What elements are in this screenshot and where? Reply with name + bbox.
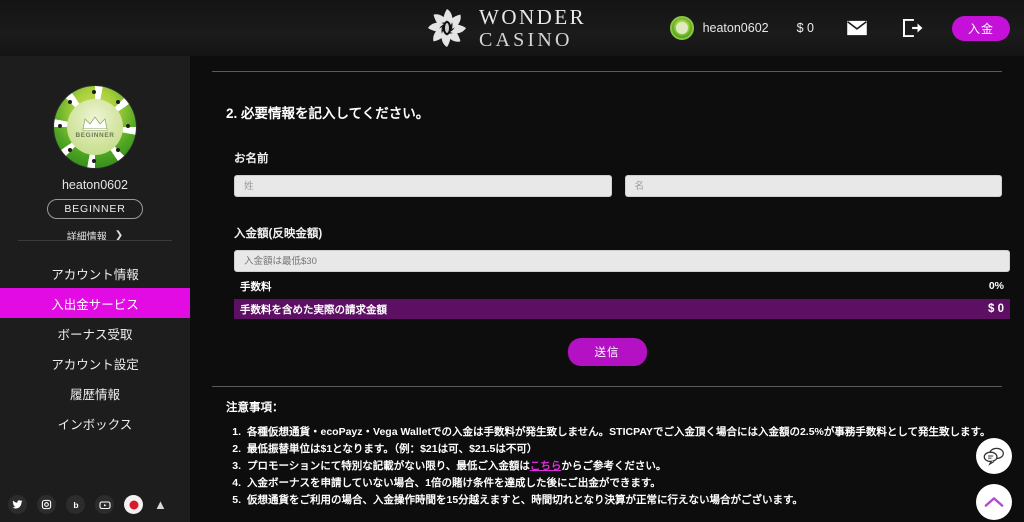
sidebar-divider <box>18 240 172 241</box>
logo-line-1: WONDER <box>479 4 587 29</box>
page-root: BEGINNER heaton0602 BEGINNER 詳細情報 ❯ アカウン… <box>0 0 1024 522</box>
name-field-label: お名前 <box>234 153 269 165</box>
sidebar-item-deposit-withdraw[interactable]: 入出金サービス <box>0 288 190 318</box>
main-content: 2. 必要情報を記入してください。 お名前 入金額(反映金額) 手数料 0% 手… <box>190 56 1024 522</box>
youtube-icon[interactable] <box>95 495 114 514</box>
note-number: 1. <box>232 426 241 438</box>
list-item: 1. 各種仮想通貨・ecoPayz・Vega Walletでの入金は手数料が発生… <box>226 424 1002 441</box>
note-number: 3. <box>232 460 241 472</box>
fee-row: 手数料 0% <box>234 277 1010 295</box>
fee-label: 手数料 <box>240 280 272 293</box>
twitter-icon[interactable] <box>8 495 27 514</box>
logout-arrow-icon[interactable] <box>900 15 926 41</box>
header-username[interactable]: heaton0602 <box>703 21 769 35</box>
name-inputs-row <box>234 175 1002 197</box>
notes-list: 1. 各種仮想通貨・ecoPayz・Vega Walletでの入金は手数料が発生… <box>226 424 1002 509</box>
list-item: 5. 仮想通貨をご利用の場合、入金操作時間を15分越えますと、時間切れとなり決算… <box>226 492 1002 509</box>
crown-icon <box>82 115 108 131</box>
note-text: 最低振替単位は$1となります。（例：$21は可、$21.5は不可） <box>247 443 538 455</box>
deposit-button[interactable]: 入金 <box>952 15 1010 41</box>
chevron-up-icon[interactable]: ▲ <box>154 497 167 512</box>
note-text: 各種仮想通貨・ecoPayz・Vega Walletでの入金は手数料が発生致しま… <box>247 426 991 438</box>
minimum-deposit-link[interactable]: こちら <box>530 460 562 472</box>
deposit-amount-input[interactable] <box>234 250 1010 272</box>
avatar-rank-text: BEGINNER <box>75 131 115 139</box>
instagram-icon[interactable] <box>37 495 56 514</box>
step-title: 2. 必要情報を記入してください。 <box>226 106 430 121</box>
chat-bubbles-icon[interactable] <box>976 438 1012 474</box>
envelope-icon[interactable] <box>844 15 870 41</box>
sidebar-nav: アカウント情報 入出金サービス ボーナス受取 アカウント設定 履歴情報 インボッ… <box>0 258 190 438</box>
total-value: $ 0 <box>988 303 1004 315</box>
note-text: 入金ボーナスを申請していない場合、1倍の賭け条件を達成した後にご出金ができます。 <box>247 477 661 489</box>
submit-button[interactable]: 送信 <box>567 338 647 366</box>
sidebar-profile: BEGINNER heaton0602 BEGINNER 詳細情報 ❯ <box>0 86 190 243</box>
brand-logo[interactable]: WONDER CASINO <box>425 6 586 50</box>
note-text-after: からご参考ください。 <box>561 460 667 472</box>
header-balance: $ 0 <box>796 21 814 35</box>
sidebar-item-history[interactable]: 履歴情報 <box>0 378 190 408</box>
sidebar-username: heaton0602 <box>61 178 129 192</box>
note-number: 2. <box>232 443 241 455</box>
header-avatar[interactable] <box>669 16 694 40</box>
svg-text:b: b <box>73 500 78 510</box>
last-name-input[interactable] <box>234 175 612 197</box>
japan-flag-icon[interactable] <box>124 495 143 514</box>
submit-area: 送信 <box>212 338 1002 366</box>
fee-value: 0% <box>988 280 1004 292</box>
content-mid-divider <box>212 386 1002 387</box>
poker-chip-avatar-icon: BEGINNER <box>54 86 136 168</box>
top-header: WONDER CASINO heaton0602 $ 0 入金 <box>0 0 1024 56</box>
sidebar-item-account-info[interactable]: アカウント情報 <box>0 258 190 288</box>
social-links: b ▲ <box>8 495 167 514</box>
list-item: 2. 最低振替単位は$1となります。（例：$21は可、$21.5は不可） <box>226 441 1002 458</box>
note-text: 仮想通貨をご利用の場合、入金操作時間を15分越えますと、時間切れとなり決算が正常… <box>247 494 803 506</box>
chevron-up-icon <box>984 497 1004 507</box>
total-amount-row: 手数料を含めた実際の請求金額 $ 0 <box>234 299 1010 319</box>
list-item: 4. 入金ボーナスを申請していない場合、1倍の賭け条件を達成した後にご出金ができ… <box>226 475 1002 492</box>
notes-title: 注意事項： <box>226 402 284 414</box>
sidebar: BEGINNER heaton0602 BEGINNER 詳細情報 ❯ アカウン… <box>0 0 190 522</box>
header-user-area: heaton0602 $ 0 入金 <box>669 0 1012 56</box>
rank-badge[interactable]: BEGINNER <box>47 199 143 219</box>
note-text-before: プロモーションにて特別な記載がない限り、最低ご入金額は <box>247 460 530 472</box>
note-number: 4. <box>232 477 241 489</box>
note-number: 5. <box>232 494 241 506</box>
spiral-emblem-icon <box>428 9 466 47</box>
logo-line-2: CASINO <box>479 28 573 51</box>
list-item: 3. プロモーションにて特別な記載がない限り、最低ご入金額はこちらからご参考くだ… <box>226 458 1002 475</box>
note-text: プロモーションにて特別な記載がない限り、最低ご入金額はこちらからご参考ください。 <box>247 458 666 475</box>
first-name-input[interactable] <box>624 175 1002 197</box>
total-label: 手数料を含めた実際の請求金額 <box>240 303 387 316</box>
amount-field-label: 入金額(反映金額) <box>234 228 323 240</box>
blog-icon[interactable]: b <box>66 495 85 514</box>
content-top-divider <box>212 71 1002 72</box>
sidebar-item-account-settings[interactable]: アカウント設定 <box>0 348 190 378</box>
sidebar-item-bonus[interactable]: ボーナス受取 <box>0 318 190 348</box>
sidebar-item-inbox[interactable]: インボックス <box>0 408 190 438</box>
scroll-to-top-button[interactable] <box>976 484 1012 520</box>
